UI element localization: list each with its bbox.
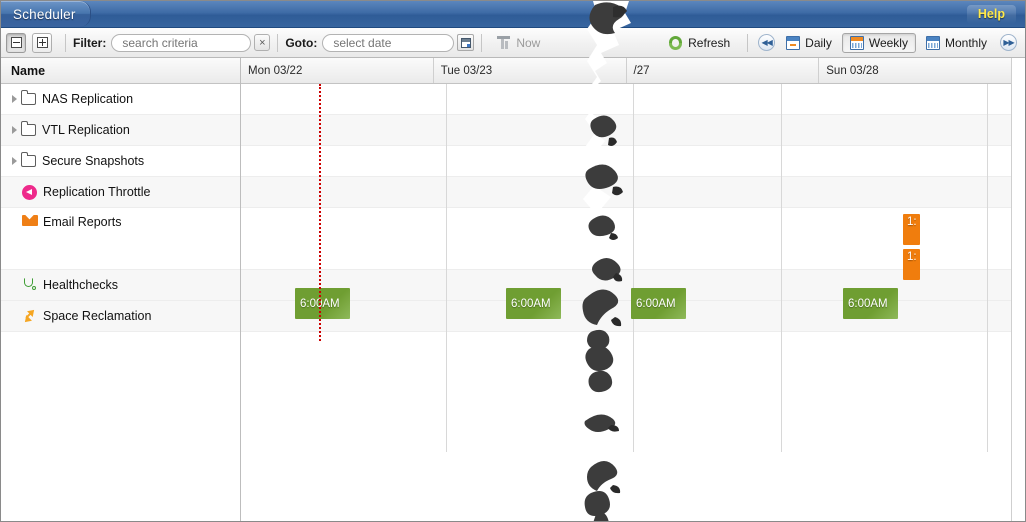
schedule-event[interactable]: 6:00AM bbox=[506, 288, 561, 319]
expander-icon[interactable] bbox=[7, 157, 21, 165]
timeline-header: Mon 03/22 Tue 03/23 /27 Sun 03/28 bbox=[241, 58, 1025, 84]
folder-icon bbox=[21, 152, 36, 167]
toolbar-divider-4 bbox=[747, 33, 749, 52]
clear-filter-button[interactable]: × bbox=[254, 34, 271, 51]
sidebar-item-label: Space Reclamation bbox=[43, 309, 152, 323]
day-column-header[interactable]: /27 bbox=[627, 58, 820, 83]
calendar-month-icon bbox=[925, 35, 940, 50]
expander-icon[interactable] bbox=[7, 126, 21, 134]
day-column-header[interactable]: Tue 03/23 bbox=[434, 58, 627, 83]
name-panel: Name NAS Replication VTL Replication Sec… bbox=[1, 58, 241, 521]
toolbar: Filter: × Goto: Now Refresh ◀◀ Daily bbox=[1, 28, 1025, 58]
schedule-event[interactable]: 6:00AM bbox=[843, 288, 898, 319]
date-input[interactable] bbox=[331, 34, 446, 51]
expand-all-button[interactable] bbox=[32, 32, 52, 53]
schedule-event[interactable]: 6:00AM bbox=[295, 288, 350, 319]
day-divider bbox=[446, 84, 447, 452]
calendar-picker-icon bbox=[460, 37, 471, 48]
tab-monthly[interactable]: Monthly bbox=[918, 33, 995, 53]
title-pill: Scheduler bbox=[1, 1, 91, 27]
filter-label: Filter: bbox=[73, 35, 107, 50]
sidebar-item-healthchecks[interactable]: Healthchecks bbox=[1, 270, 240, 301]
mail-icon-wrap bbox=[21, 215, 38, 226]
timeline-grid: 6:00AM 6:00AM 6:00AM 6:00AM 1: 1: bbox=[241, 84, 1025, 452]
sidebar-item-space-reclamation[interactable]: Space Reclamation bbox=[1, 301, 240, 332]
search-input[interactable] bbox=[120, 34, 243, 51]
mail-icon bbox=[21, 215, 38, 226]
toolbar-divider bbox=[65, 33, 66, 52]
day-divider bbox=[633, 84, 634, 452]
sidebar-item-vtl-replication[interactable]: VTL Replication bbox=[1, 115, 240, 146]
calendar-day-icon bbox=[786, 35, 801, 50]
weekly-label: Weekly bbox=[868, 35, 908, 50]
timeline-panel: Mon 03/22 Tue 03/23 /27 Sun 03/28 6:00AM… bbox=[241, 58, 1025, 521]
day-column-header[interactable]: Sun 03/28 bbox=[819, 58, 1012, 83]
next-period-button[interactable]: ▶▶ bbox=[1000, 34, 1017, 51]
stethoscope-icon bbox=[23, 277, 37, 293]
name-column-header: Name bbox=[1, 58, 240, 84]
refresh-button[interactable]: Refresh bbox=[660, 33, 738, 53]
scheduler-body: Name NAS Replication VTL Replication Sec… bbox=[1, 58, 1025, 521]
throttle-icon-wrap bbox=[21, 184, 38, 200]
minus-box-icon bbox=[10, 37, 22, 48]
help-button[interactable]: Help bbox=[966, 4, 1016, 24]
window-title: Scheduler bbox=[13, 6, 76, 22]
now-button[interactable]: Now bbox=[489, 33, 548, 53]
refresh-label: Refresh bbox=[688, 35, 731, 50]
tab-weekly[interactable]: Weekly bbox=[841, 32, 916, 53]
expander-icon[interactable] bbox=[7, 95, 21, 103]
schedule-tree: NAS Replication VTL Replication Secure S… bbox=[1, 84, 240, 332]
name-header-label: Name bbox=[11, 63, 46, 78]
sidebar-item-label: NAS Replication bbox=[42, 92, 134, 106]
sidebar-item-label: Secure Snapshots bbox=[42, 154, 145, 168]
space-reclaim-icon bbox=[22, 306, 37, 325]
calendar-week-icon bbox=[849, 35, 864, 50]
folder-icon bbox=[21, 90, 36, 105]
sidebar-item-label: Healthchecks bbox=[43, 278, 119, 292]
title-bar: Scheduler Help bbox=[1, 1, 1025, 28]
goto-label: Goto: bbox=[285, 35, 318, 50]
calendar-picker-button[interactable] bbox=[457, 34, 475, 51]
sidebar-item-label: Email Reports bbox=[43, 215, 122, 229]
day-divider bbox=[781, 84, 782, 452]
sidebar-item-label: VTL Replication bbox=[42, 123, 130, 137]
sidebar-item-label: Replication Throttle bbox=[43, 185, 151, 199]
refresh-icon bbox=[668, 35, 683, 50]
throttle-icon bbox=[22, 184, 37, 200]
scheduler-window: Scheduler Help Filter: × Goto: Now bbox=[0, 0, 1026, 522]
sidebar-item-secure-snapshots[interactable]: Secure Snapshots bbox=[1, 146, 240, 177]
bar-chart-icon bbox=[497, 36, 511, 49]
prev-period-button[interactable]: ◀◀ bbox=[758, 34, 776, 51]
tab-daily[interactable]: Daily bbox=[778, 33, 840, 53]
daily-label: Daily bbox=[805, 35, 832, 50]
now-label: Now bbox=[516, 35, 541, 50]
day-column-header[interactable]: Mon 03/22 bbox=[241, 58, 434, 83]
toolbar-divider-3 bbox=[481, 33, 483, 52]
sidebar-item-email-reports[interactable]: Email Reports bbox=[1, 208, 240, 270]
goto-date-field[interactable] bbox=[322, 33, 455, 52]
space-reclaim-icon-wrap bbox=[21, 306, 38, 325]
filter-field[interactable] bbox=[111, 33, 252, 52]
monthly-label: Monthly bbox=[944, 35, 987, 50]
schedule-event[interactable]: 1: bbox=[903, 214, 920, 245]
toolbar-divider-2 bbox=[277, 33, 279, 52]
schedule-event[interactable]: 6:00AM bbox=[631, 288, 686, 319]
sidebar-item-replication-throttle[interactable]: Replication Throttle bbox=[1, 177, 240, 208]
collapse-all-button[interactable] bbox=[6, 32, 26, 53]
sidebar-item-nas-replication[interactable]: NAS Replication bbox=[1, 84, 240, 115]
plus-box-icon bbox=[36, 37, 48, 48]
folder-icon bbox=[21, 121, 36, 136]
stethoscope-icon-wrap bbox=[21, 277, 38, 293]
day-divider bbox=[987, 84, 988, 452]
vertical-scrollbar[interactable] bbox=[1011, 58, 1025, 521]
schedule-event[interactable]: 1: bbox=[903, 249, 920, 280]
now-indicator bbox=[319, 84, 321, 341]
